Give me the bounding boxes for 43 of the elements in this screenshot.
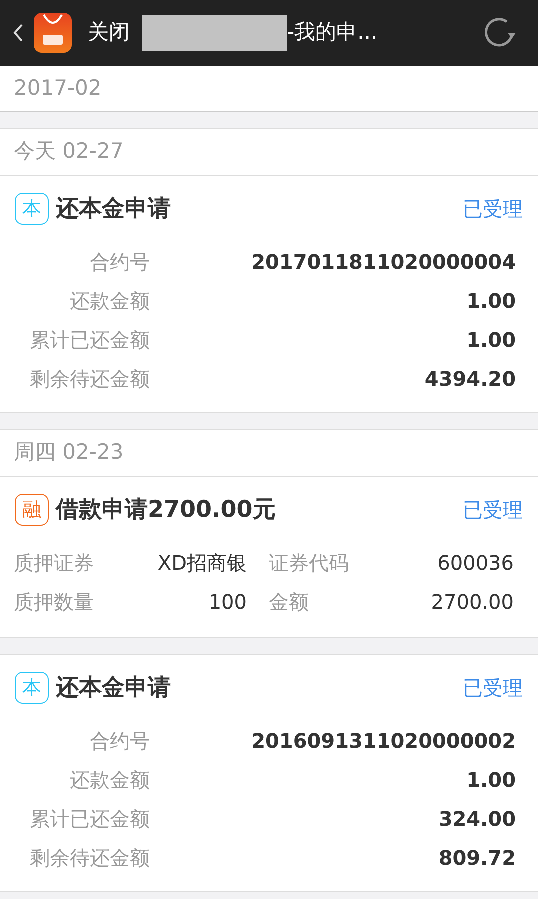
field-value: 324.00 xyxy=(438,806,516,832)
card-title: 借款申请2700.00元 xyxy=(56,496,276,525)
status-label: 已受理 xyxy=(463,196,523,223)
field-label: 累计已还金额 xyxy=(29,806,150,832)
status-label: 已受理 xyxy=(463,497,523,524)
field-label: 金额 xyxy=(269,588,309,616)
field-label: 合约号 xyxy=(89,248,150,276)
request-card[interactable]: 本 还本金申请 已受理 合约号 2017011811020000004 还款金额 1.00 累计已还金额 1.00 剩余待还金额 4394.20 xyxy=(0,176,538,413)
badge-icon: 本 xyxy=(15,672,49,704)
field-value: 600036 xyxy=(438,550,514,576)
field-label: 剩余待还金额 xyxy=(29,844,150,872)
field-label: 还款金额 xyxy=(69,288,150,314)
field-label: 质押证券 xyxy=(14,550,94,576)
status-label: 已受理 xyxy=(463,675,523,702)
field-value: 2017011811020000004 xyxy=(252,248,516,276)
date-header: 今天 02-27 xyxy=(14,138,124,166)
badge-icon: 融 xyxy=(15,494,49,526)
request-card[interactable]: 本 还本金申请 已受理 合约号 2016091311020000002 还款金额 1.00 累计已还金额 324.00 剩余待还金额 809.72 xyxy=(0,655,538,892)
card-title: 还本金申请 xyxy=(56,194,171,224)
close-link[interactable]: 关闭 xyxy=(88,17,130,49)
field-label: 剩余待还金额 xyxy=(29,366,150,392)
app-logo-icon xyxy=(34,13,72,53)
field-label: 证券代码 xyxy=(269,550,349,576)
date-header: 周四 02-23 xyxy=(14,439,124,466)
field-label: 合约号 xyxy=(89,728,150,754)
month-header: 2017-02 xyxy=(14,74,102,102)
page-title: -我的申... xyxy=(287,19,378,46)
field-value: 2700.00 xyxy=(431,588,514,616)
field-value: 1.00 xyxy=(466,766,516,794)
field-label: 累计已还金额 xyxy=(29,326,150,354)
field-value: 4394.20 xyxy=(424,366,516,392)
card-title: 还本金申请 xyxy=(56,674,171,703)
back-icon[interactable] xyxy=(12,23,24,43)
field-value: 100 xyxy=(208,588,247,616)
field-label: 质押数量 xyxy=(14,588,94,616)
field-value: 1.00 xyxy=(466,288,516,314)
field-label: 还款金额 xyxy=(69,766,150,794)
field-value: 2016091311020000002 xyxy=(252,728,516,754)
field-value: 809.72 xyxy=(438,844,516,872)
request-card[interactable]: 融 借款申请2700.00元 已受理 质押证券 XD招商银 证券代码 600036 质押数量 100 金额 2700.00 xyxy=(0,477,538,638)
field-value: 1.00 xyxy=(466,326,516,354)
badge-icon: 本 xyxy=(15,193,49,225)
field-value: XD招商银 xyxy=(158,550,247,576)
